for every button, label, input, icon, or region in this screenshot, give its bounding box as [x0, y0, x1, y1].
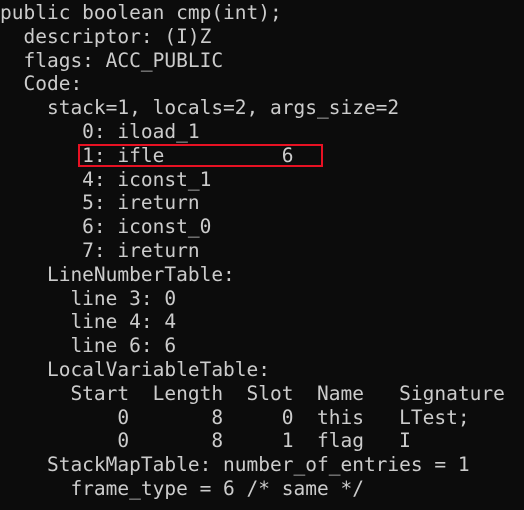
terminal-output: public boolean cmp(int); descriptor: (I)…: [0, 0, 524, 510]
line-number-entry: line 4: 4: [0, 310, 177, 334]
local-variable-table-header: LocalVariableTable:: [0, 357, 271, 381]
bytecode-text: 1: ifle 6: [0, 143, 294, 167]
code-header-line: Code:: [0, 72, 83, 96]
bytecode-line: 6: iconst_0: [0, 215, 212, 239]
descriptor-line: descriptor: (I)Z: [0, 24, 212, 48]
local-variable-row: 0 8 0 this LTest;: [0, 405, 470, 429]
bytecode-line: 4: iconst_1: [0, 167, 212, 191]
bytecode-line: 5: ireturn: [0, 191, 200, 215]
stack-info-line: stack=1, locals=2, args_size=2: [0, 96, 400, 120]
flags-line: flags: ACC_PUBLIC: [0, 48, 224, 72]
bytecode-line: 7: ireturn: [0, 238, 200, 262]
method-signature-line: public boolean cmp(int);: [0, 1, 282, 24]
line-number-table-header: LineNumberTable:: [0, 262, 235, 286]
line-number-entry: line 3: 0: [0, 286, 177, 310]
local-variable-row: 0 8 1 flag I: [0, 429, 411, 453]
stack-map-table-line: StackMapTable: number_of_entries = 1: [0, 453, 470, 477]
local-variable-columns: Start Length Slot Name Signature: [0, 381, 505, 405]
bytecode-line: 0: iload_1: [0, 119, 200, 143]
bytecode-line-highlighted: 1: ifle 6: [0, 143, 524, 168]
line-number-entry: line 6: 6: [0, 334, 177, 358]
frame-type-line: frame_type = 6 /* same */: [0, 476, 364, 500]
